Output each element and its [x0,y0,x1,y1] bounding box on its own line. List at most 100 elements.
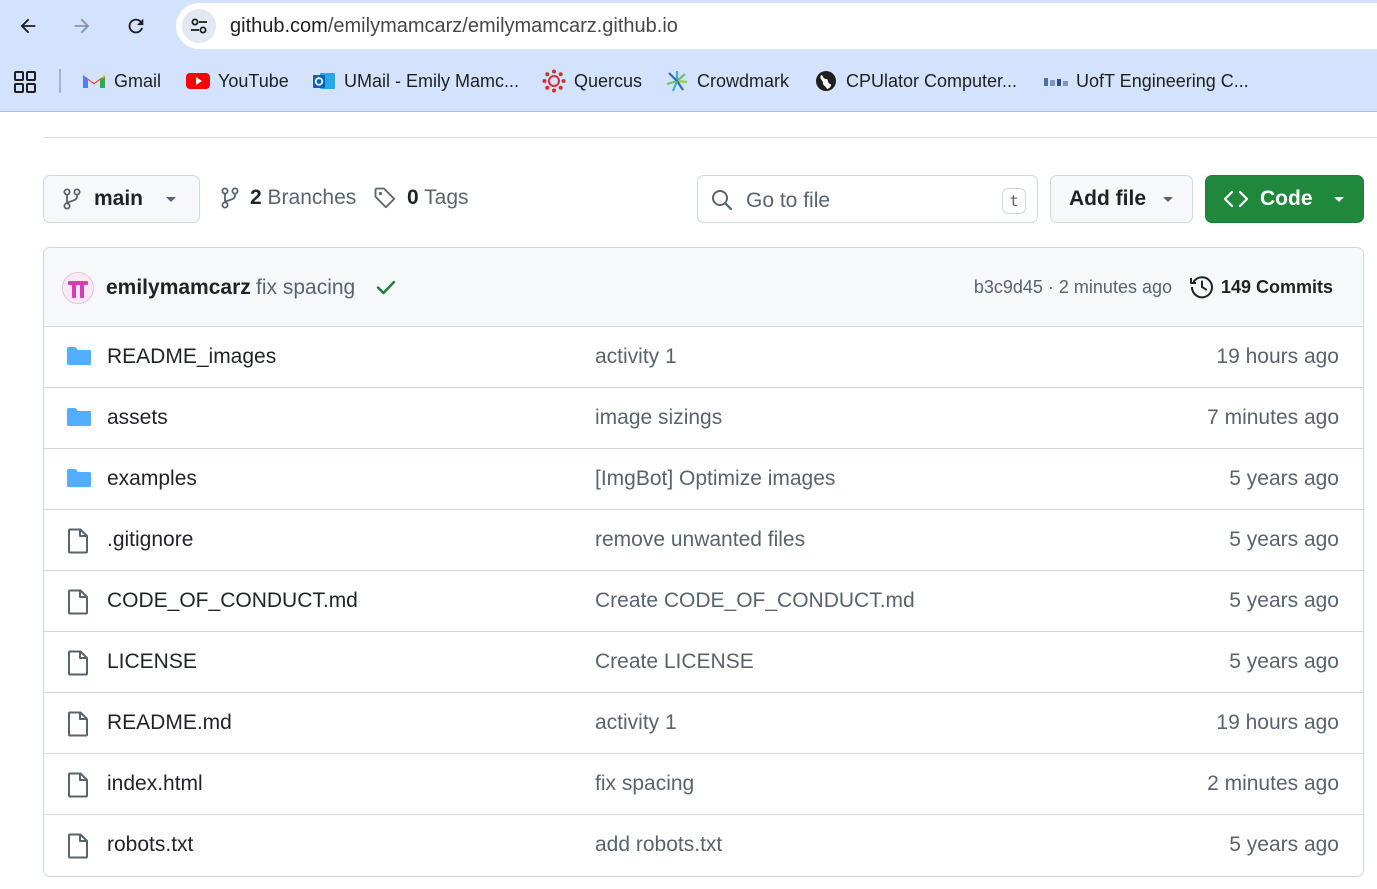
bookmark-label: UMail - Emily Mamc... [344,70,519,91]
caret-down-icon [1163,197,1173,202]
keyboard-shortcut-hint: t [1002,188,1026,214]
file-name-link[interactable]: robots.txt [107,833,193,857]
file-list: README_images activity 1 19 hours ago asset… [44,327,1363,876]
table-row[interactable]: robots.txt add robots.txt 5 years ago [44,815,1363,876]
add-file-button[interactable]: Add file [1050,175,1193,223]
outlook-icon [312,69,336,93]
address-bar[interactable]: github.com/emilymamcarz/emilymamcarz.git… [176,3,1377,49]
file-icon [66,772,92,798]
youtube-icon [186,69,210,93]
divider [43,137,1377,138]
commit-author[interactable]: emilymamcarz [106,276,251,300]
file-browser: emilymamcarz fix spacing b3c9d45 · 2 min… [43,247,1364,877]
bookmark-cpulator[interactable]: CPUlator Computer... [814,68,1017,94]
commit-hash-time[interactable]: b3c9d45 · 2 minutes ago [974,277,1172,298]
file-icon [66,650,92,676]
file-commit-message[interactable]: remove unwanted files [595,528,805,552]
table-row[interactable]: .gitignore remove unwanted files 5 years a… [44,510,1363,571]
file-commit-message[interactable]: [ImgBot] Optimize images [595,467,835,491]
git-branch-icon [221,187,239,209]
commits-count: 149 Commits [1220,276,1333,297]
bookmark-quercus[interactable]: Quercus [542,68,642,94]
history-icon [1189,276,1213,299]
table-row[interactable]: LICENSE Create LICENSE 5 years ago [44,632,1363,693]
folder-icon [66,467,92,491]
go-to-file-placeholder: Go to file [746,189,831,212]
apps-grid-icon[interactable] [14,71,36,93]
file-name-link[interactable]: .gitignore [107,528,193,552]
bookmark-youtube[interactable]: YouTube [186,68,289,94]
arrow-left-icon [20,18,36,34]
tags-count: 0 [407,186,419,209]
file-icon [66,589,92,615]
table-row[interactable]: examples [ImgBot] Optimize images 5 years … [44,449,1363,510]
file-commit-message[interactable]: add robots.txt [595,833,722,857]
site-info-button[interactable] [182,9,216,43]
bookmark-uoft-engineering[interactable]: UofT Engineering C... [1044,68,1249,94]
commit-message[interactable]: fix spacing [256,276,355,300]
file-commit-message[interactable]: Create CODE_OF_CONDUCT.md [595,589,915,613]
go-to-file-input[interactable]: Go to file t [697,175,1038,223]
quercus-icon [542,69,566,93]
caret-down-icon [166,197,176,202]
url-path: /emilymamcarz/emilymamcarz.github.io [327,15,678,37]
table-row[interactable]: CODE_OF_CONDUCT.md Create CODE_OF_CONDUCT… [44,571,1363,632]
file-commit-message[interactable]: image sizings [595,406,722,430]
bookmark-label: Gmail [114,70,162,91]
file-icon [66,711,92,737]
code-label: Code [1260,187,1313,210]
file-commit-message[interactable]: fix spacing [595,772,694,796]
file-name-link[interactable]: README.md [107,711,232,735]
crowdmark-icon [665,69,689,93]
globe-icon [814,69,838,93]
file-commit-time: 5 years ago [1229,650,1339,673]
commits-link[interactable]: 149 Commits [1189,274,1333,300]
bookmark-umail[interactable]: UMail - Emily Mamc... [312,68,519,94]
back-button[interactable] [12,10,44,42]
bookmark-crowdmark[interactable]: Crowdmark [665,68,789,94]
check-icon[interactable] [375,276,397,298]
folder-icon [66,345,92,369]
browser-toolbar: github.com/emilymamcarz/emilymamcarz.git… [0,0,1377,112]
branches-link[interactable]: 2 Branches [220,186,356,210]
file-commit-message[interactable]: Create LICENSE [595,650,754,674]
reload-button[interactable] [120,10,152,42]
url-text[interactable]: github.com/emilymamcarz/emilymamcarz.git… [230,15,678,38]
table-row[interactable]: index.html fix spacing 2 minutes ago [44,754,1363,815]
avatar[interactable] [62,272,94,304]
table-row[interactable]: README.md activity 1 19 hours ago [44,693,1363,754]
file-name-link[interactable]: examples [107,467,197,491]
file-name-link[interactable]: assets [107,406,168,430]
branch-select-button[interactable]: main [43,175,200,223]
file-name-link[interactable]: index.html [107,772,203,796]
bookmark-gmail[interactable]: Gmail [82,68,161,94]
table-row[interactable]: assets image sizings 7 minutes ago [44,388,1363,449]
file-name-link[interactable]: CODE_OF_CONDUCT.md [107,589,358,613]
folder-icon [66,406,92,430]
file-commit-time: 19 hours ago [1216,711,1339,734]
tags-link[interactable]: 0 Tags [373,186,469,210]
bookmarks-bar: Gmail YouTube UMail - Emily Mamc... Quer… [0,60,1377,102]
file-commit-time: 2 minutes ago [1207,772,1339,795]
avatar-pi-icon [68,281,88,298]
bookmark-label: YouTube [218,70,289,91]
file-commit-time: 5 years ago [1229,528,1339,551]
code-button[interactable]: Code [1205,175,1364,223]
gmail-icon [82,69,106,93]
file-commit-time: 19 hours ago [1216,345,1339,368]
url-host: github.com [230,15,328,37]
file-icon [66,528,92,554]
file-name-link[interactable]: README_images [107,345,276,369]
table-row[interactable]: README_images activity 1 19 hours ago [44,327,1363,388]
file-commit-time: 7 minutes ago [1207,406,1339,429]
tag-icon [374,187,396,209]
file-commit-message[interactable]: activity 1 [595,345,677,369]
reload-icon [128,18,144,34]
file-commit-message[interactable]: activity 1 [595,711,677,735]
bookmark-label: Quercus [574,70,643,91]
bookmark-label: Crowdmark [697,70,790,91]
arrow-right-icon [74,18,90,34]
file-name-link[interactable]: LICENSE [107,650,197,674]
uoft-engineering-icon [1044,69,1068,93]
forward-button[interactable] [66,10,98,42]
